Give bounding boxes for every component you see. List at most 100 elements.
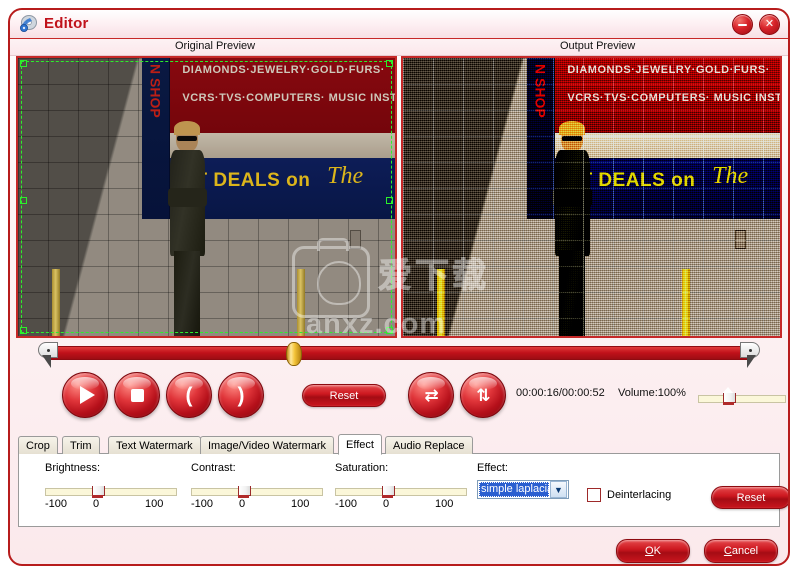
tab-effect[interactable]: Effect: [338, 434, 382, 455]
tab-crop[interactable]: Crop: [18, 436, 58, 454]
window-title: Editor: [44, 15, 89, 32]
deinterlacing-label: Deinterlacing: [607, 489, 672, 501]
brightness-group: Brightness: -100 0 100: [45, 462, 195, 512]
effect-dropdown[interactable]: simple laplacian ▼: [477, 480, 569, 499]
banner-line-1: DIAMONDS·JEWELRY·GOLD·FURS·: [182, 64, 385, 76]
contrast-group: Contrast: -100 0 100: [191, 462, 341, 512]
mark-in-button[interactable]: (: [166, 372, 212, 418]
saturation-thumb[interactable]: [381, 480, 395, 498]
person-legs: [174, 251, 201, 336]
sunglasses-icon: [177, 135, 198, 142]
minimize-icon: [738, 23, 747, 26]
swap-vertical-icon: ⇅: [476, 385, 490, 405]
saturation-tick-max: 100: [435, 498, 454, 510]
stop-button[interactable]: [114, 372, 160, 418]
contrast-rail: [191, 488, 323, 496]
saturation-tick-mid: 0: [383, 498, 390, 510]
play-button[interactable]: [62, 372, 108, 418]
cancel-button[interactable]: Cancel: [704, 539, 778, 563]
volume-thumb[interactable]: [722, 387, 736, 405]
tab-text-watermark[interactable]: Text Watermark: [108, 436, 201, 454]
editor-window: Editor ✕ Original Preview Output Preview…: [8, 8, 790, 566]
saturation-slider[interactable]: [335, 480, 485, 498]
disc-icon: [18, 14, 38, 34]
trim-end-handle[interactable]: [738, 342, 760, 369]
contrast-ticks: -100 0 100: [191, 498, 341, 512]
saturation-ticks: -100 0 100: [335, 498, 485, 512]
brightness-slider[interactable]: [45, 480, 195, 498]
brightness-rail: [45, 488, 177, 496]
banner-line-2: VCRS·TVS·COMPUTERS· MUSIC INST.·C: [182, 91, 397, 104]
original-preview-label: Original Preview: [175, 40, 256, 52]
contrast-tick-max: 100: [291, 498, 310, 510]
volume-label: Volume:100%: [618, 387, 686, 399]
output-preview-pane[interactable]: DIAMONDS·JEWELRY·GOLD·FURS· VCRS·TVS·COM…: [401, 56, 782, 338]
saturation-tick-min: -100: [335, 498, 358, 510]
ok-accel: O: [645, 545, 654, 557]
timeline-track-wrapper[interactable]: [38, 342, 760, 368]
trim-end-marker-icon: [747, 355, 756, 368]
trim-start-handle[interactable]: [38, 342, 60, 369]
tab-audio-replace[interactable]: Audio Replace: [385, 436, 473, 454]
contrast-slider[interactable]: [191, 480, 341, 498]
reset-preview-button[interactable]: Reset: [302, 384, 386, 407]
volume-slider[interactable]: [698, 387, 786, 405]
contrast-tick-mid: 0: [239, 498, 246, 510]
playhead-thumb[interactable]: [286, 342, 302, 366]
brightness-tick-mid: 0: [93, 498, 100, 510]
close-button[interactable]: ✕: [759, 14, 780, 35]
saturation-label: Saturation:: [335, 462, 389, 474]
brightness-tick-max: 100: [145, 498, 164, 510]
preview-header: Original Preview Output Preview: [10, 39, 788, 56]
laplacian-noise-overlay: [403, 58, 780, 336]
brightness-ticks: -100 0 100: [45, 498, 195, 512]
mark-out-button[interactable]: ): [218, 372, 264, 418]
saturation-group: Saturation: -100 0 100: [335, 462, 485, 512]
volume-rail: [698, 395, 786, 403]
tab-trim[interactable]: Trim: [62, 436, 100, 454]
transport-area: ( ) Reset ⇄ ⇅ 00:00:16/00:00:52 Volume:1…: [16, 342, 786, 430]
brightness-thumb[interactable]: [91, 480, 105, 498]
banner-script-text: The: [327, 162, 364, 189]
deinterlacing-checkbox[interactable]: [587, 488, 601, 502]
effect-selected-value: simple laplacian: [479, 482, 549, 497]
playback-controls: ( ) Reset ⇄ ⇅ 00:00:16/00:00:52 Volume:1…: [16, 368, 786, 424]
window-controls: ✕: [732, 14, 780, 35]
mark-out-icon: ): [237, 383, 245, 407]
minimize-button[interactable]: [732, 14, 753, 35]
cancel-accel: C: [723, 545, 732, 557]
contrast-tick-min: -100: [191, 498, 214, 510]
person-hair: [174, 120, 201, 136]
timeline-track[interactable]: [50, 346, 748, 360]
chevron-down-icon[interactable]: ▼: [550, 481, 567, 498]
swap-horizontal-icon: ⇄: [424, 385, 438, 405]
effect-select-group: Effect: simple laplacian ▼: [477, 462, 569, 499]
reset-effects-button[interactable]: Reset: [711, 486, 788, 509]
mark-in-icon: (: [185, 383, 193, 407]
effect-label: Effect:: [477, 462, 508, 474]
yellow-post-right: [296, 269, 306, 336]
time-display: 00:00:16/00:00:52: [516, 387, 605, 399]
person-arms: [168, 188, 208, 208]
output-preview-label: Output Preview: [560, 40, 636, 52]
title-bar: Editor ✕: [10, 10, 788, 39]
deinterlacing-checkbox-row[interactable]: Deinterlacing: [587, 488, 671, 502]
saturation-rail: [335, 488, 467, 496]
dialog-footer: OK Cancel: [18, 527, 780, 564]
effect-panel: Brightness: -100 0 100 Contrast: -100 0 …: [18, 454, 788, 527]
play-icon: [79, 386, 95, 404]
close-icon: ✕: [764, 18, 775, 30]
tab-image-video-watermark[interactable]: Image/Video Watermark: [200, 436, 334, 454]
brightness-tick-min: -100: [45, 498, 68, 510]
contrast-thumb[interactable]: [237, 480, 251, 498]
original-preview-pane[interactable]: DIAMONDS·JEWELRY·GOLD·FURS· VCRS·TVS·COM…: [16, 56, 397, 338]
stop-icon: [130, 388, 144, 402]
yellow-post-left: [51, 269, 61, 336]
flip-vertical-button[interactable]: ⇅: [460, 372, 506, 418]
person-figure: [168, 120, 208, 336]
flip-horizontal-button[interactable]: ⇄: [408, 372, 454, 418]
wall-box: [349, 230, 361, 250]
ok-button[interactable]: OK: [616, 539, 690, 563]
output-video-frame: DIAMONDS·JEWELRY·GOLD·FURS· VCRS·TVS·COM…: [403, 58, 780, 336]
preview-area: DIAMONDS·JEWELRY·GOLD·FURS· VCRS·TVS·COM…: [16, 56, 782, 338]
